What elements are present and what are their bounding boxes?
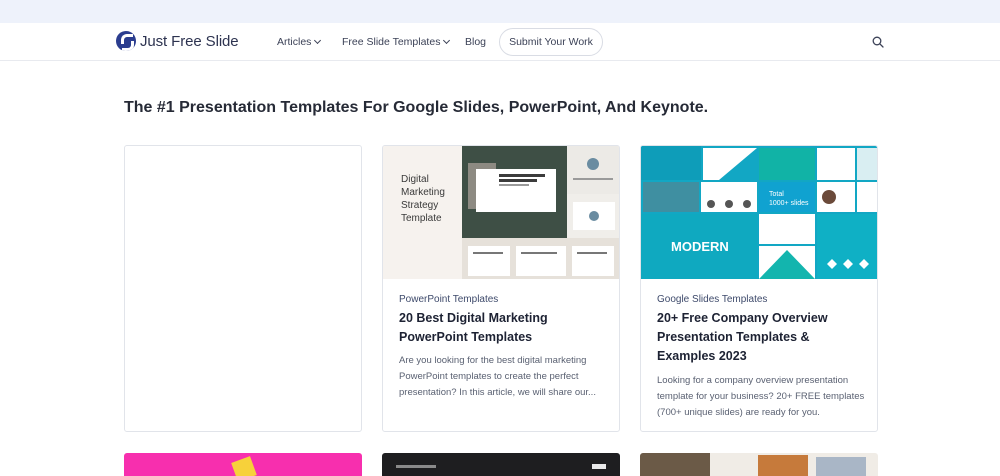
chevron-down-icon xyxy=(314,36,322,45)
thumbnail-image xyxy=(592,464,606,469)
thumbnail-image xyxy=(640,453,710,476)
svg-text:MODERN: MODERN xyxy=(671,239,729,254)
nav-articles-label: Articles xyxy=(277,36,312,48)
card-category[interactable]: Google Slides Templates xyxy=(657,294,767,305)
thumbnail-image xyxy=(758,455,808,476)
card-title[interactable]: 20 Best Digital Marketing PowerPoint Tem… xyxy=(399,309,609,347)
article-card[interactable] xyxy=(382,453,620,476)
svg-text:Digital: Digital xyxy=(401,174,429,185)
article-thumbnail[interactable]: Digital Marketing Strategy Template xyxy=(383,146,619,279)
thumbnail-image xyxy=(816,457,866,476)
thumbnail-image xyxy=(396,465,436,468)
thumbnail-image: Total 1000+ slides MODERN xyxy=(641,146,877,279)
card-category[interactable]: PowerPoint Templates xyxy=(399,294,498,305)
site-logo[interactable]: Just Free Slide xyxy=(116,31,239,51)
nav-articles[interactable]: Articles xyxy=(277,36,322,48)
article-card[interactable] xyxy=(124,453,362,476)
svg-text:Marketing: Marketing xyxy=(401,187,445,198)
svg-text:Strategy: Strategy xyxy=(401,200,438,211)
submit-your-work-button[interactable]: Submit Your Work xyxy=(499,28,603,56)
nav-free-slide-templates-label: Free Slide Templates xyxy=(342,36,441,48)
article-card[interactable]: Digital Marketing Strategy Template Powe… xyxy=(382,145,620,432)
article-card[interactable]: Total 1000+ slides MODERN Google Slides … xyxy=(640,145,878,432)
svg-text:1000+ slides: 1000+ slides xyxy=(769,200,809,207)
page-headline: The #1 Presentation Templates For Google… xyxy=(124,99,709,116)
article-thumbnail[interactable]: Total 1000+ slides MODERN xyxy=(641,146,877,279)
article-card-placeholder[interactable] xyxy=(124,145,362,432)
card-excerpt: Are you looking for the best digital mar… xyxy=(399,355,596,398)
thumbnail-image xyxy=(231,456,257,476)
article-card[interactable] xyxy=(640,453,878,476)
card-excerpt: Looking for a company overview presentat… xyxy=(657,375,865,418)
svg-text:Template: Template xyxy=(401,213,442,224)
search-icon[interactable] xyxy=(872,36,884,48)
chevron-down-icon xyxy=(443,36,451,45)
nav-free-slide-templates[interactable]: Free Slide Templates xyxy=(342,36,451,48)
logo-icon xyxy=(116,31,136,51)
site-header: Just Free Slide Articles Free Slide Temp… xyxy=(0,23,1000,61)
top-strip xyxy=(0,0,1000,23)
card-title[interactable]: 20+ Free Company Overview Presentation T… xyxy=(657,309,867,366)
site-name: Just Free Slide xyxy=(140,32,239,50)
svg-text:Total: Total xyxy=(769,191,784,198)
thumbnail-image: Digital Marketing Strategy Template xyxy=(383,146,619,279)
nav-blog[interactable]: Blog xyxy=(465,36,486,48)
